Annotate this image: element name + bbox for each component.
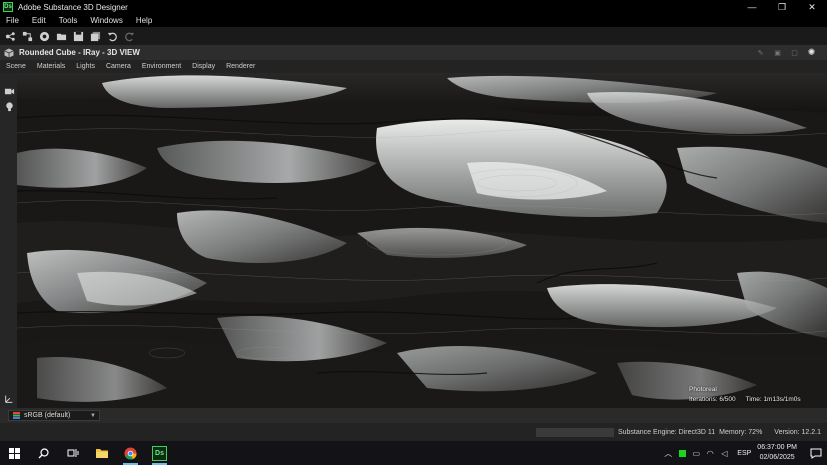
cube-icon	[4, 48, 14, 57]
render-info-overlay: Photoreal Iterations: 6/500 Time: 1m13s/…	[689, 385, 801, 405]
view-menu-environment[interactable]: Environment	[142, 63, 181, 70]
menu-bar: File Edit Tools Windows Help	[0, 14, 827, 27]
redo-icon[interactable]	[122, 29, 137, 43]
view-menu-bar: Scene Materials Lights Camera Environmen…	[0, 60, 827, 73]
designer-taskbar-label: Ds	[152, 445, 167, 461]
viewport-tool-strip	[0, 73, 17, 408]
render-time: Time: 1m13s/1m0s	[745, 396, 801, 403]
view-menu-materials[interactable]: Materials	[37, 63, 65, 70]
view-menu-scene[interactable]: Scene	[6, 63, 26, 70]
pin-icon[interactable]: ✎	[755, 47, 766, 58]
undo-icon[interactable]	[105, 29, 120, 43]
wifi-icon[interactable]: ◠	[703, 441, 717, 465]
notification-icon[interactable]	[805, 441, 827, 465]
camera-icon[interactable]	[3, 85, 15, 97]
chevron-down-icon: ▼	[90, 412, 96, 419]
new-substance-icon[interactable]	[37, 29, 52, 43]
open-folder-icon[interactable]	[54, 29, 69, 43]
status-memory: Memory: 72%	[719, 428, 763, 436]
save-all-icon[interactable]	[88, 29, 103, 43]
taskbar: Ds ︿ ▭ ◠ ◁ ESP 06:37:00 PM 02/06/2025	[0, 441, 827, 465]
new-graph-icon[interactable]	[3, 29, 18, 43]
rendered-material-image	[17, 73, 827, 408]
minimize-button[interactable]: —	[737, 0, 767, 14]
input-language[interactable]: ESP	[737, 450, 751, 457]
main-toolbar	[0, 27, 827, 45]
volume-icon[interactable]: ◁	[717, 441, 731, 465]
status-bar: Substance Engine: Direct3D 11 Memory: 72…	[0, 423, 827, 441]
color-space-value: sRGB (default)	[24, 412, 71, 419]
light-bulb-icon[interactable]	[3, 100, 15, 112]
view-menu-renderer[interactable]: Renderer	[226, 63, 255, 70]
task-view-icon[interactable]	[58, 441, 87, 465]
view-menu-camera[interactable]: Camera	[106, 63, 131, 70]
color-space-bar: sRGB (default) ▼	[0, 408, 827, 423]
settings-sun-icon[interactable]: ✺	[806, 47, 817, 58]
view-menu-lights[interactable]: Lights	[76, 63, 95, 70]
panel-header: Rounded Cube - IRay - 3D VIEW ✎ ▣ ▢ ✺	[0, 45, 827, 60]
color-space-select[interactable]: sRGB (default) ▼	[8, 410, 100, 421]
system-tray: ︿ ▭ ◠ ◁ ESP 06:37:00 PM 02/06/2025	[661, 441, 827, 465]
menu-windows[interactable]: Windows	[90, 16, 122, 25]
system-clock[interactable]: 06:37:00 PM 02/06/2025	[757, 443, 797, 463]
window-controls: — ❐ ✕	[737, 0, 827, 14]
axis-gizmo-icon[interactable]	[3, 393, 15, 405]
color-stack-icon	[13, 412, 20, 419]
panel-actions: ✎ ▣ ▢ ✺	[755, 47, 817, 58]
restore-button[interactable]: ❐	[767, 0, 797, 14]
green-status-icon[interactable]	[675, 441, 689, 465]
battery-icon[interactable]: ▭	[689, 441, 703, 465]
window-title: Adobe Substance 3D Designer	[18, 2, 128, 12]
windows-start-icon[interactable]	[0, 441, 29, 465]
status-version: Version: 12.2.1	[774, 428, 821, 436]
float-icon[interactable]: ▣	[772, 47, 783, 58]
menu-help[interactable]: Help	[136, 16, 152, 25]
menu-file[interactable]: File	[6, 16, 19, 25]
panel-title: Rounded Cube - IRay - 3D VIEW	[19, 48, 140, 57]
search-icon[interactable]	[29, 441, 58, 465]
clock-time: 06:37:00 PM	[757, 444, 797, 451]
engine-progress-bar	[535, 427, 614, 437]
chrome-icon[interactable]	[116, 441, 145, 465]
render-mode-label: Photoreal	[689, 386, 717, 393]
status-engine: Substance Engine: Direct3D 11	[617, 428, 716, 436]
render-iterations: Iterations: 6/500	[689, 396, 736, 403]
menu-tools[interactable]: Tools	[59, 16, 78, 25]
file-explorer-icon[interactable]	[87, 441, 116, 465]
view-menu-display[interactable]: Display	[192, 63, 215, 70]
substance-designer-icon[interactable]: Ds	[145, 441, 174, 465]
chevron-up-icon[interactable]: ︿	[661, 441, 675, 465]
3d-viewport[interactable]: Photoreal Iterations: 6/500 Time: 1m13s/…	[17, 73, 827, 408]
new-mdl-icon[interactable]	[20, 29, 35, 43]
menu-edit[interactable]: Edit	[32, 16, 46, 25]
close-button[interactable]: ✕	[797, 0, 827, 14]
clock-date: 02/06/2025	[759, 454, 795, 461]
title-bar: Ds Adobe Substance 3D Designer — ❐ ✕	[0, 0, 827, 14]
maximize-icon[interactable]: ▢	[789, 47, 800, 58]
save-icon[interactable]	[71, 29, 86, 43]
app-logo: Ds	[3, 2, 13, 12]
